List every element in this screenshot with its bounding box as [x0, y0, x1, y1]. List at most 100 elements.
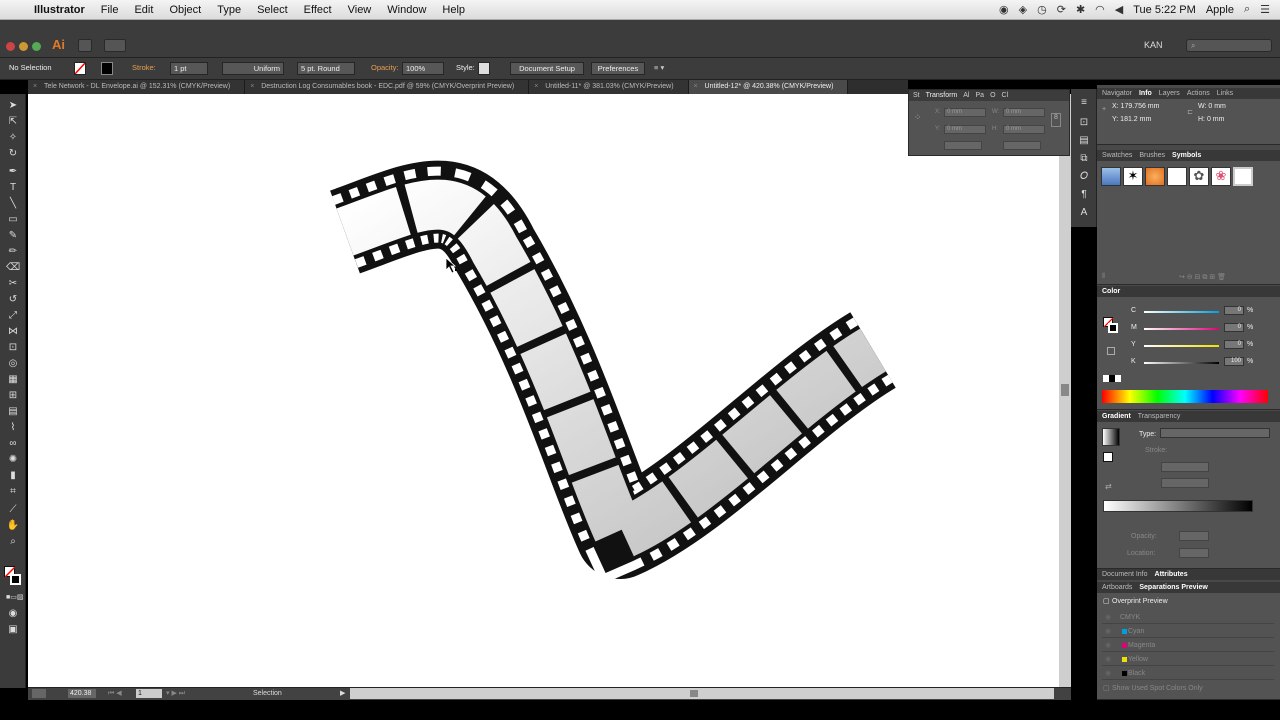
tab-transform[interactable]: Transform	[926, 92, 958, 99]
tab-pathfinder[interactable]: Pa	[976, 92, 985, 99]
tab-stroke[interactable]: St	[913, 92, 920, 99]
screen-mode-icon[interactable]: ▣	[6, 624, 20, 636]
overprint-checkbox[interactable]: ▢	[1103, 597, 1110, 605]
layers-panel-icon[interactable]: ▤	[1077, 135, 1091, 147]
gradient-angle-field[interactable]	[1161, 462, 1209, 472]
tab-separations-preview[interactable]: Separations Preview	[1139, 584, 1207, 591]
width-tool-icon[interactable]: ⋈	[6, 326, 20, 338]
symbol-libraries-icon[interactable]: ⫴	[1102, 273, 1105, 281]
artboard-number-field[interactable]: 1	[136, 689, 162, 698]
eyedropper-tool-icon[interactable]: ⌇	[6, 422, 20, 434]
opacity-field[interactable]: 100%	[402, 62, 444, 75]
menu-edit[interactable]: Edit	[126, 4, 161, 16]
next-artboard-icon[interactable]: ▾ ▶ ⏭	[166, 689, 185, 698]
stroke-color-icon[interactable]	[10, 574, 21, 585]
height-field[interactable]: 0 mm	[1003, 125, 1045, 134]
filmstrip-artwork[interactable]	[28, 94, 1059, 687]
menu-select[interactable]: Select	[249, 4, 296, 16]
eraser-tool-icon[interactable]: ⌫	[6, 262, 20, 274]
bluetooth-icon[interactable]: ✱	[1076, 3, 1085, 16]
column-graph-tool-icon[interactable]: ▮	[6, 470, 20, 482]
tab-character[interactable]: Cl	[1002, 92, 1009, 99]
perspective-grid-tool-icon[interactable]: ▦	[6, 374, 20, 386]
symbol-swatch[interactable]: ✿	[1189, 167, 1209, 186]
menu-type[interactable]: Type	[209, 4, 249, 16]
arrange-documents-button[interactable]	[104, 39, 126, 52]
symbol-swatch[interactable]: ✶	[1123, 167, 1143, 186]
yellow-slider[interactable]	[1144, 345, 1219, 347]
volume-icon[interactable]: ◀	[1115, 3, 1123, 16]
tab-destruction-log[interactable]: × Destruction Log Consumables book - EDC.…	[245, 80, 530, 94]
zoom-level-field[interactable]: 420.38	[68, 689, 96, 698]
preferences-button[interactable]: Preferences	[591, 62, 645, 75]
spotlight-icon[interactable]: ⌕	[1244, 3, 1250, 16]
tab-untitled-11[interactable]: × Untitled-11* @ 381.03% (CMYK/Preview)	[529, 80, 689, 94]
hscroll-thumb[interactable]	[690, 690, 698, 697]
close-window-button[interactable]	[6, 42, 15, 51]
type-tool-icon[interactable]: T	[6, 182, 20, 194]
color-mode-icons[interactable]: ■▭▨	[6, 592, 23, 604]
tab-align[interactable]: Al	[963, 92, 969, 99]
gradient-thumbnail[interactable]	[1102, 428, 1120, 446]
symbol-sprayer-tool-icon[interactable]: ✺	[6, 454, 20, 466]
none-white-black-swatches[interactable]	[1103, 375, 1121, 382]
separation-row-cyan[interactable]: ◉ Cyan	[1102, 625, 1274, 638]
graphic-style-picker[interactable]	[478, 62, 490, 75]
glyphs-panel-icon[interactable]: 𝑂	[1077, 171, 1091, 183]
magenta-value[interactable]: 0	[1224, 323, 1244, 332]
tab-artboards[interactable]: Artboards	[1102, 584, 1132, 591]
artboard-canvas[interactable]	[28, 94, 1059, 687]
eye-icon[interactable]: ◉	[1105, 667, 1111, 680]
menu-app-name[interactable]: Illustrator	[26, 4, 93, 16]
zoom-tool-icon[interactable]: ⌕	[6, 536, 20, 548]
separation-row-black[interactable]: ◉ Black	[1102, 667, 1274, 680]
artboard-tool-icon[interactable]: ⌗	[6, 486, 20, 498]
character-panel-icon[interactable]: A	[1077, 207, 1091, 219]
symbol-swatch[interactable]	[1101, 167, 1121, 186]
reverse-gradient-icon[interactable]: ⇄	[1105, 482, 1112, 491]
sync-icon[interactable]: ⟳	[1057, 3, 1066, 16]
magenta-slider[interactable]	[1144, 328, 1219, 330]
out-of-gamut-icon[interactable]	[1107, 347, 1115, 355]
menubar-clock[interactable]: Tue 5:22 PM	[1133, 4, 1196, 16]
shear-field[interactable]	[1003, 141, 1041, 150]
wifi-icon[interactable]: ◠	[1095, 3, 1105, 16]
black-slider[interactable]	[1144, 362, 1219, 364]
pen-tool-icon[interactable]: ✒	[6, 166, 20, 178]
tab-opentype[interactable]: O	[990, 92, 995, 99]
slice-tool-icon[interactable]: ⟋	[6, 504, 20, 516]
bridge-button[interactable]	[78, 39, 92, 52]
workspace-switcher[interactable]: KAN	[1144, 40, 1163, 50]
tab-symbols[interactable]: Symbols	[1172, 152, 1201, 159]
panel-menu-icon[interactable]: ≡	[1077, 97, 1091, 109]
tab-untitled-12[interactable]: × Untitled-12* @ 420.38% (CMYK/Preview)	[688, 80, 849, 94]
minimize-window-button[interactable]	[19, 42, 28, 51]
symbol-actions-icons[interactable]: ↪ ⊖ ⊟ ⧉ ⊞ 🗑	[1179, 273, 1226, 282]
mesh-tool-icon[interactable]: ⊞	[6, 390, 20, 402]
shape-builder-tool-icon[interactable]: ◎	[6, 358, 20, 370]
lasso-tool-icon[interactable]: ↻	[6, 148, 20, 160]
cyan-value[interactable]: 0	[1224, 306, 1244, 315]
notification-center-icon[interactable]: ☰	[1260, 3, 1270, 16]
horizontal-scrollbar[interactable]	[350, 688, 1054, 699]
eye-icon[interactable]: ◉	[1105, 625, 1111, 638]
stroke-label[interactable]: Stroke:	[132, 62, 156, 75]
variable-width-profile[interactable]: Uniform	[222, 62, 284, 75]
symbol-swatch[interactable]	[1167, 167, 1187, 186]
tab-info[interactable]: Info	[1139, 90, 1152, 97]
black-value[interactable]: 100	[1224, 357, 1244, 366]
tab-actions[interactable]: Actions	[1187, 90, 1210, 97]
selection-tool-icon[interactable]: ➤	[6, 100, 20, 112]
tab-attributes[interactable]: Attributes	[1155, 571, 1188, 578]
cyan-slider[interactable]	[1144, 311, 1219, 313]
creative-cloud-icon[interactable]: ◉	[999, 3, 1009, 16]
separation-row-cmyk[interactable]: ◉ CMYK	[1102, 611, 1274, 624]
rotate-field[interactable]	[944, 141, 982, 150]
direct-selection-tool-icon[interactable]: ⇱	[6, 116, 20, 128]
eye-icon[interactable]: ◉	[1105, 611, 1111, 624]
stroke-weight-field[interactable]: 1 pt	[170, 62, 208, 75]
first-artboard-icon[interactable]: ⏮ ◀	[108, 689, 122, 698]
tab-brushes[interactable]: Brushes	[1139, 152, 1165, 159]
x-field[interactable]: 0 mm	[944, 108, 986, 117]
eye-icon[interactable]: ◉	[1105, 639, 1111, 652]
